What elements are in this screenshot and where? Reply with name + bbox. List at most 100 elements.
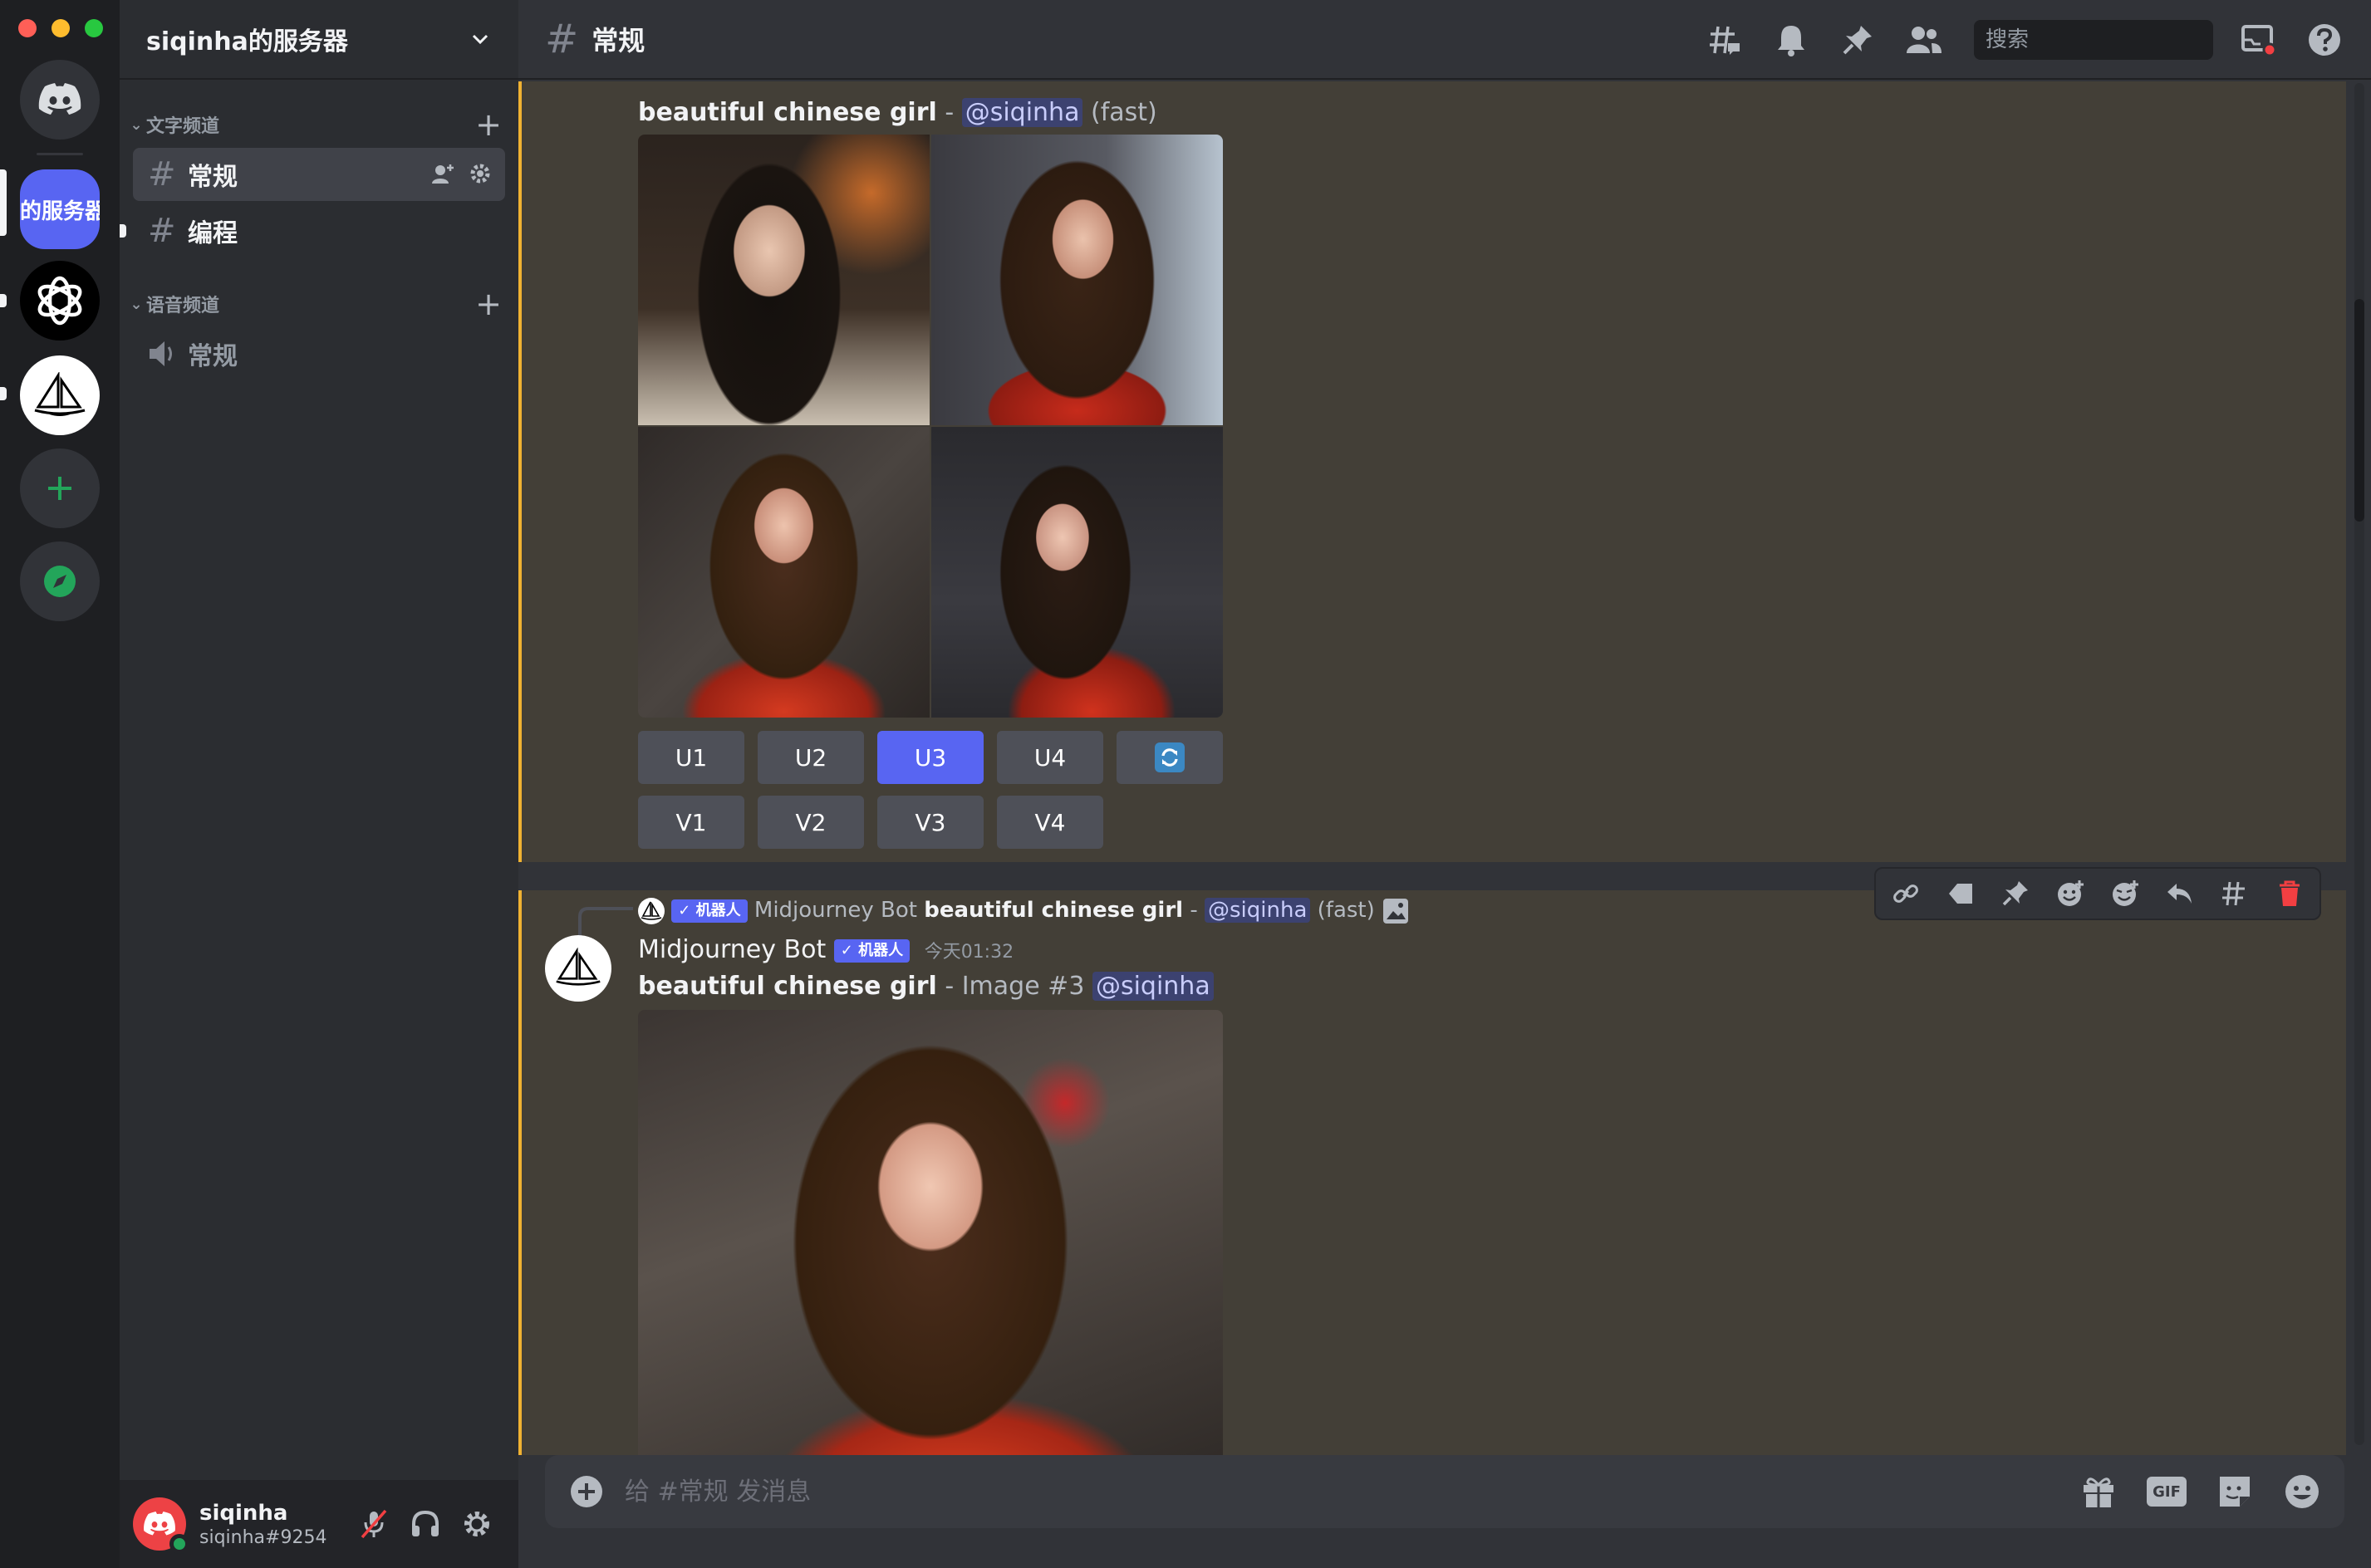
add-reaction-icon[interactable] (2054, 877, 2087, 910)
mark-unread-icon[interactable] (1944, 877, 1977, 910)
message-content: beautiful chinese girl - Image #3 @siqin… (638, 970, 1214, 1003)
search-box[interactable] (1974, 20, 2255, 60)
discord-logo-icon (144, 1512, 175, 1536)
create-channel-button[interactable]: + (475, 108, 502, 141)
threads-button[interactable] (1705, 20, 1745, 60)
channel-name: 常规 (188, 342, 238, 371)
window-minimize-button[interactable] (52, 19, 70, 37)
help-button[interactable] (2305, 20, 2344, 60)
delete-trash-icon[interactable] (2273, 877, 2306, 910)
channel-title: 常规 (592, 25, 646, 56)
hash-icon: # (545, 16, 579, 62)
user-mention[interactable]: @siqinha (961, 98, 1083, 127)
message-composer: GIF (545, 1455, 2344, 1528)
gif-label: GIF (2153, 1482, 2181, 1501)
create-thread-icon[interactable] (2218, 877, 2251, 910)
window-close-button[interactable] (18, 19, 37, 37)
user-mention[interactable]: @siqinha (1092, 972, 1214, 1001)
user-panel: siqinha siqinha#9254 (120, 1480, 518, 1568)
server-midjourney[interactable] (20, 355, 100, 435)
user-settings-gear-icon[interactable] (460, 1507, 493, 1541)
upscale-button-3[interactable]: U3 (877, 731, 984, 784)
chevron-down-icon: ⌄ (130, 295, 143, 313)
inbox-button[interactable] (2238, 20, 2278, 60)
invite-member-icon[interactable] (430, 162, 455, 187)
grid-image-3[interactable] (638, 427, 930, 718)
user-mention[interactable]: @siqinha (1204, 898, 1311, 923)
super-reaction-icon[interactable] (2108, 877, 2142, 910)
channel-general[interactable]: # 常规 (133, 148, 505, 201)
grid-image-1[interactable] (638, 135, 930, 425)
variation-button-3[interactable]: V3 (877, 796, 984, 849)
search-input[interactable] (1986, 27, 2255, 52)
pinned-messages-button[interactable] (1838, 20, 1878, 60)
bell-icon (1778, 26, 1804, 56)
text-channels-category[interactable]: ⌄ 文字频道 + (126, 108, 512, 141)
author-name[interactable]: Midjourney Bot (638, 935, 826, 964)
pin-icon[interactable] (1999, 877, 2032, 910)
channel-header: # 常规 (518, 0, 2371, 80)
inbox-icon (2241, 25, 2276, 57)
variation-button-1[interactable]: V1 (638, 796, 744, 849)
create-channel-button[interactable]: + (475, 287, 502, 321)
members-icon (1907, 27, 1941, 53)
avatar[interactable] (545, 935, 611, 1002)
voice-channel-general[interactable]: 常规 (133, 327, 505, 380)
gift-icon[interactable] (2080, 1473, 2117, 1510)
upload-plus-icon[interactable] (568, 1473, 605, 1510)
bot-badge: ✓ 机器人 (833, 938, 911, 963)
upscale-button-1[interactable]: U1 (638, 731, 744, 784)
unread-pill (0, 294, 7, 307)
variation-button-2[interactable]: V2 (758, 796, 864, 849)
message-header: Midjourney Bot ✓ 机器人 今天01:32 (638, 933, 1014, 969)
reroll-button[interactable] (1117, 731, 1223, 784)
add-server-button[interactable] (20, 448, 100, 528)
upscale-button-2[interactable]: U2 (758, 731, 864, 784)
gif-button[interactable]: GIF (2147, 1477, 2187, 1507)
notifications-button[interactable] (1771, 20, 1811, 60)
copy-link-icon[interactable] (1889, 877, 1922, 910)
sticker-icon[interactable] (2216, 1473, 2253, 1510)
image-attachment-icon (1383, 898, 1409, 924)
image-grid[interactable] (638, 135, 1223, 718)
scrollbar-thumb[interactable] (2354, 299, 2364, 522)
member-list-button[interactable] (1904, 20, 1944, 60)
openai-logo-icon (37, 276, 82, 326)
midjourney-avatar-icon (638, 897, 665, 924)
message-list: beautiful chinese girl - @siqinha (fast)… (518, 81, 2371, 1455)
voice-channels-category[interactable]: ⌄ 语音频道 + (126, 287, 512, 321)
online-status-dot (169, 1534, 189, 1554)
reply-icon[interactable] (2163, 877, 2197, 910)
active-server-pill (0, 169, 7, 236)
grid-image-4[interactable] (931, 427, 1223, 718)
grid-image-2[interactable] (931, 135, 1223, 425)
emoji-icon[interactable] (2283, 1472, 2321, 1511)
message-input[interactable] (625, 1477, 2080, 1507)
reply-reference[interactable]: ✓ 机器人 Midjourney Bot beautiful chinese g… (638, 894, 1410, 927)
gear-icon[interactable] (469, 162, 492, 185)
scrollbar-track[interactable] (2354, 83, 2364, 1445)
threads-icon (1710, 26, 1740, 55)
server-siqinha[interactable]: 的服务器 (20, 169, 100, 249)
avatar[interactable] (133, 1497, 189, 1554)
chevron-down-icon: ⌄ (130, 115, 143, 134)
server-openai[interactable] (20, 261, 100, 341)
mute-microphone-icon[interactable] (357, 1507, 390, 1541)
timestamp[interactable]: 今天01:32 (925, 942, 1014, 963)
discord-logo-icon (38, 83, 81, 115)
window-zoom-button[interactable] (85, 19, 103, 37)
channel-programming[interactable]: # 编程 (133, 204, 505, 257)
variation-button-4[interactable]: V4 (997, 796, 1103, 849)
reply-author: Midjourney Bot (754, 898, 917, 923)
server-label: 的服务器 (20, 198, 100, 224)
upscaled-image[interactable] (638, 1010, 1223, 1455)
headphones-icon[interactable] (409, 1507, 442, 1541)
home-button[interactable] (20, 60, 100, 140)
reply-spine (578, 907, 633, 938)
server-header[interactable]: siqinha的服务器 (120, 0, 518, 80)
unread-pill (0, 387, 7, 400)
user-info[interactable]: siqinha siqinha#9254 (199, 1501, 357, 1548)
explore-servers-button[interactable] (20, 541, 100, 621)
upscale-button-4[interactable]: U4 (997, 731, 1103, 784)
midjourney-boat-icon (34, 372, 86, 416)
